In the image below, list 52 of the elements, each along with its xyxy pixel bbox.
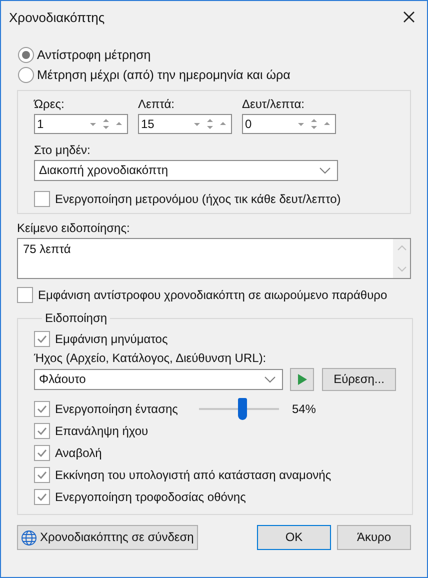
checkbox-label: Αναβολή (55, 446, 102, 460)
check-icon (36, 469, 48, 481)
dropdown[interactable]: Διακοπή χρονοδιακόπτη (34, 160, 338, 181)
checkbox[interactable] (34, 401, 50, 417)
checkbox[interactable] (34, 467, 50, 483)
field-label: Λεπτά: (138, 97, 176, 112)
checkbox-label: Εμφάνιση αντίστροφου χρονοδιακόπτη σε αιωρούμενο παράθυρο (38, 288, 388, 302)
number-field[interactable]: 1 (34, 114, 128, 134)
field-label: Στο μηδέν: (34, 143, 92, 158)
volume-percent: 54% (292, 402, 316, 416)
checkbox[interactable] (34, 445, 50, 461)
radio-label: Αντίστροφη μέτρηση (37, 48, 151, 62)
ok-button[interactable]: OK (257, 525, 331, 550)
radio-label: Μέτρηση μέχρι (από) την ημερομηνία και ώρα (37, 68, 290, 82)
chevron-down-icon[interactable] (264, 376, 276, 384)
checkbox-label: Ενεργοποίηση μετρονόμου (ήχος τικ κάθε δευτ/λεπτο) (55, 192, 341, 206)
checkbox-label: Ενεργοποίηση έντασης (55, 402, 178, 416)
online-timer-button[interactable]: Χρονοδιακόπτης σε σύνδεση (17, 525, 198, 550)
field-label: Κείμενο ειδοποίησης: (17, 221, 131, 236)
globe-icon (21, 530, 37, 546)
chevron-down-icon[interactable] (319, 166, 331, 174)
check-icon (36, 403, 48, 415)
field-label: Ήχος (Αρχείο, Κατάλογος, Διεύθυνση URL): (34, 351, 268, 366)
volume-slider[interactable] (198, 398, 279, 420)
dropdown[interactable]: Φλάουτο (34, 369, 283, 390)
play-icon (297, 374, 307, 385)
check-icon (36, 425, 48, 437)
check-icon (36, 491, 48, 503)
checkbox[interactable] (34, 423, 50, 439)
number-field[interactable]: 0 (242, 114, 336, 134)
play-button[interactable] (290, 368, 314, 391)
group-title: Ειδοποίηση (44, 311, 108, 326)
checkbox[interactable] (34, 489, 50, 505)
checkbox-label: Εκκίνηση του υπολογιστή από κατάσταση αναμονής (55, 468, 332, 482)
checkbox[interactable] (34, 331, 50, 347)
close-icon[interactable] (403, 11, 415, 23)
checkbox-label: Ενεργοποίηση τροφοδοσίας οθόνης (55, 490, 246, 504)
field-label: Ώρες: (34, 97, 66, 112)
browse-button[interactable]: Εύρεση... (322, 368, 396, 391)
checkbox[interactable] (17, 287, 33, 303)
radio-button[interactable] (18, 47, 34, 63)
checkbox-label: Εμφάνιση μηνύματος (55, 332, 168, 346)
radio-button[interactable] (18, 67, 34, 83)
check-icon (36, 447, 48, 459)
check-icon (36, 333, 48, 345)
slider-thumb[interactable] (238, 398, 247, 420)
number-field[interactable]: 15 (138, 114, 232, 134)
checkbox[interactable] (34, 191, 50, 207)
checkbox-label: Επανάληψη ήχου (55, 424, 148, 438)
field-label: Δευτ/λεπτα: (242, 97, 306, 112)
cancel-button[interactable]: Άκυρο (337, 525, 411, 550)
window-title: Χρονοδιακόπτης (9, 10, 105, 24)
